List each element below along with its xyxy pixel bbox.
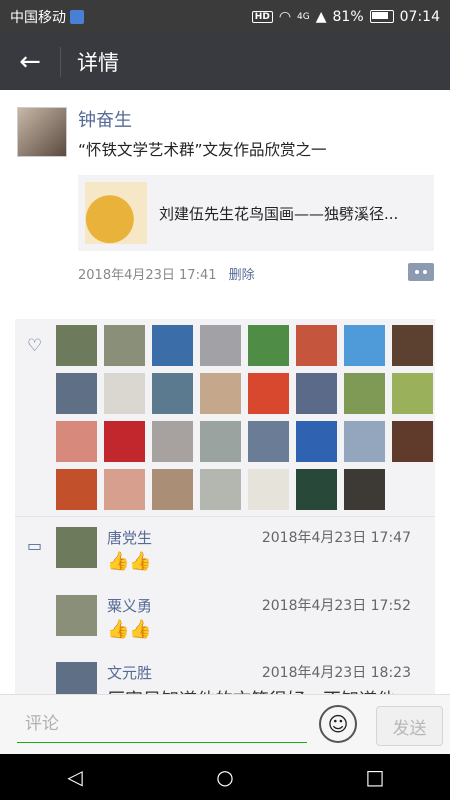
like-avatar[interactable] bbox=[296, 469, 337, 510]
battery-label: 81% bbox=[332, 8, 364, 25]
like-avatar[interactable] bbox=[104, 469, 145, 510]
link-title: 刘建伍先生花鸟国画——独劈溪径... bbox=[159, 204, 399, 223]
author-avatar[interactable] bbox=[17, 107, 67, 157]
like-avatar[interactable] bbox=[152, 373, 193, 414]
like-avatar[interactable] bbox=[248, 325, 289, 366]
commenter-name[interactable]: 文元胜 bbox=[107, 662, 152, 683]
nav-home-icon[interactable]: ○ bbox=[205, 757, 245, 797]
interaction-panel: ♡ ▭ 唐党生 2018年4月23日 17:47 👍👍 粟义勇 2018年4月2… bbox=[15, 319, 435, 694]
like-avatar[interactable] bbox=[200, 373, 241, 414]
like-avatar[interactable] bbox=[200, 421, 241, 462]
like-avatar[interactable] bbox=[56, 325, 97, 366]
like-avatar[interactable] bbox=[56, 421, 97, 462]
likes-grid bbox=[56, 325, 436, 510]
nav-recent-icon[interactable]: □ bbox=[355, 757, 395, 797]
like-avatar[interactable] bbox=[344, 325, 385, 366]
post-detail: 钟奋生 “怀铁文学艺术群”文友作品欣赏之一 刘建伍先生花鸟国画——独劈溪径...… bbox=[0, 90, 450, 694]
back-arrow-icon[interactable]: ← bbox=[0, 33, 60, 90]
like-avatar[interactable] bbox=[392, 373, 433, 414]
like-avatar[interactable] bbox=[296, 325, 337, 366]
hd-icon: HD bbox=[251, 10, 273, 23]
emoji-icon[interactable]: ☺ bbox=[319, 705, 357, 743]
comment-input[interactable]: 评论 bbox=[17, 709, 307, 743]
system-nav-bar: ◁ ○ □ bbox=[0, 754, 450, 800]
like-avatar[interactable] bbox=[104, 373, 145, 414]
comment-time: 2018年4月23日 17:47 bbox=[261, 530, 411, 546]
post-meta: 2018年4月23日 17:41 删除 bbox=[78, 264, 255, 283]
page-title: 详情 bbox=[77, 50, 119, 75]
signal-icon: ▲ bbox=[315, 8, 327, 25]
comment-text: 👍👍 bbox=[107, 551, 152, 572]
like-avatar[interactable] bbox=[200, 325, 241, 366]
more-actions-icon[interactable] bbox=[408, 263, 434, 281]
commenter-avatar[interactable] bbox=[56, 595, 97, 636]
comment-icon: ▭ bbox=[27, 536, 43, 555]
commenter-name[interactable]: 粟义勇 bbox=[107, 595, 152, 616]
comment-item[interactable]: 粟义勇 2018年4月23日 17:52 👍👍 bbox=[56, 595, 436, 655]
carrier-label: 中国移动 bbox=[10, 9, 66, 26]
comment-item[interactable]: 文元胜 2018年4月23日 18:23 厉害另知道他的文笔很好，不知道他 bbox=[56, 662, 436, 694]
link-thumbnail bbox=[85, 182, 147, 244]
commenter-name[interactable]: 唐党生 bbox=[107, 527, 152, 548]
shared-link-card[interactable]: 刘建伍先生花鸟国画——独劈溪径... bbox=[78, 175, 434, 251]
like-avatar[interactable] bbox=[200, 469, 241, 510]
heart-icon: ♡ bbox=[27, 336, 43, 356]
status-right: HD ◠ 4G ▲ 81% 07:14 bbox=[251, 8, 440, 25]
like-avatar[interactable] bbox=[152, 469, 193, 510]
like-avatar[interactable] bbox=[344, 373, 385, 414]
like-avatar[interactable] bbox=[296, 421, 337, 462]
network-label: 4G bbox=[297, 11, 310, 22]
like-avatar[interactable] bbox=[248, 421, 289, 462]
comment-time: 2018年4月23日 17:52 bbox=[261, 598, 411, 614]
delete-link[interactable]: 删除 bbox=[229, 268, 255, 283]
nav-back-icon[interactable]: ◁ bbox=[55, 757, 95, 797]
status-bar: 中国移动 HD ◠ 4G ▲ 81% 07:14 bbox=[0, 0, 450, 33]
like-avatar[interactable] bbox=[344, 469, 385, 510]
like-avatar[interactable] bbox=[56, 373, 97, 414]
likes-divider bbox=[15, 516, 435, 517]
sim-icon bbox=[70, 9, 84, 24]
comment-item[interactable]: 唐党生 2018年4月23日 17:47 👍👍 bbox=[56, 527, 436, 587]
like-avatar[interactable] bbox=[248, 373, 289, 414]
commenter-avatar[interactable] bbox=[56, 662, 97, 694]
like-avatar[interactable] bbox=[104, 325, 145, 366]
like-avatar[interactable] bbox=[152, 325, 193, 366]
like-avatar[interactable] bbox=[296, 373, 337, 414]
like-avatar[interactable] bbox=[392, 421, 433, 462]
send-button[interactable]: 发送 bbox=[376, 706, 443, 746]
post-timestamp: 2018年4月23日 17:41 bbox=[78, 268, 217, 283]
like-avatar[interactable] bbox=[104, 421, 145, 462]
like-avatar[interactable] bbox=[248, 469, 289, 510]
clock: 07:14 bbox=[399, 8, 440, 25]
commenter-avatar[interactable] bbox=[56, 527, 97, 568]
comment-text: 厉害另知道他的文笔很好，不知道他 bbox=[107, 686, 395, 694]
author-name[interactable]: 钟奋生 bbox=[78, 106, 132, 132]
comment-composer: 评论 ☺ 发送 bbox=[0, 694, 450, 755]
like-avatar[interactable] bbox=[56, 469, 97, 510]
like-avatar[interactable] bbox=[152, 421, 193, 462]
like-avatar[interactable] bbox=[392, 325, 433, 366]
comment-time: 2018年4月23日 18:23 bbox=[261, 665, 411, 681]
title-bar: ← 详情 bbox=[0, 33, 450, 90]
wifi-icon: ◠ bbox=[278, 8, 292, 25]
title-divider bbox=[60, 46, 61, 77]
post-text: “怀铁文学艺术群”文友作品欣赏之一 bbox=[78, 141, 327, 159]
comment-text: 👍👍 bbox=[107, 619, 152, 640]
battery-icon bbox=[369, 10, 394, 23]
like-avatar[interactable] bbox=[344, 421, 385, 462]
